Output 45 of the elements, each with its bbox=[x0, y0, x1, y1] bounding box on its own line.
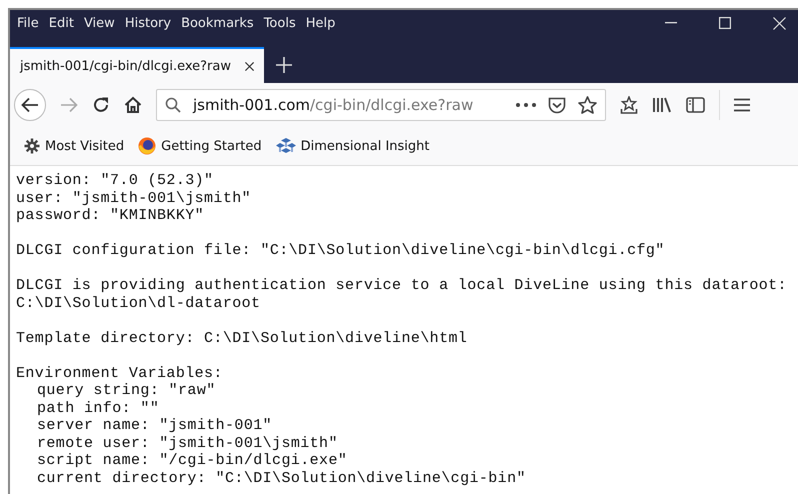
bookmark-link[interactable]: Dimensional Insight bbox=[300, 138, 430, 154]
text-line: query string: "raw" bbox=[36, 382, 216, 400]
menu-icon[interactable] bbox=[734, 98, 750, 112]
menu-item[interactable]: History bbox=[124, 16, 172, 30]
search-icon bbox=[165, 97, 181, 113]
bookmark-link[interactable]: Most Visited bbox=[45, 138, 124, 154]
pocket-icon[interactable] bbox=[548, 96, 566, 114]
minimize-icon[interactable] bbox=[665, 22, 677, 24]
maximize-icon[interactable] bbox=[719, 17, 731, 29]
new-tab-icon[interactable] bbox=[276, 57, 292, 73]
text-line: version: "7.0 (52.3)" bbox=[16, 172, 214, 190]
menu-item[interactable]: Edit bbox=[48, 16, 74, 30]
back-icon bbox=[21, 97, 39, 113]
gear-icon bbox=[24, 138, 40, 154]
more-icon[interactable] bbox=[516, 103, 536, 107]
browser-tab[interactable]: jsmith-001/cgi-bin/dlcgi.exe?raw bbox=[10, 47, 264, 83]
text-line: Template directory: C:\DI\Solution\diveline\html bbox=[16, 330, 468, 347]
text-line: C:\DI\Solution\dl-dataroot bbox=[16, 294, 260, 312]
text-line: DLCGI is providing authentication service to a local DiveLine using this dataroot: bbox=[16, 277, 787, 294]
text-line: user: "jsmith-001\jsmith" bbox=[16, 190, 252, 207]
cubes-icon bbox=[276, 137, 296, 155]
star-icon[interactable] bbox=[578, 96, 597, 114]
star-tray-icon[interactable] bbox=[620, 96, 638, 114]
close-icon[interactable] bbox=[244, 60, 254, 72]
text-line: current directory: "C:\DI\Solution\diveline\cgi-bin" bbox=[36, 470, 526, 487]
text-line: path info: "" bbox=[36, 400, 160, 417]
text-line: script name: "/cgi-bin/dlcgi.exe" bbox=[36, 452, 348, 470]
reload-icon[interactable] bbox=[92, 96, 110, 114]
globe-fox-icon bbox=[138, 137, 156, 155]
text-line: remote user: "jsmith-001\jsmith" bbox=[36, 434, 338, 452]
bookmark-link[interactable]: Getting Started bbox=[161, 138, 262, 154]
menu-item[interactable]: Tools bbox=[264, 16, 296, 30]
text-line: server name: "jsmith-001" bbox=[36, 417, 272, 434]
library-icon[interactable] bbox=[652, 97, 672, 113]
back-button[interactable] bbox=[14, 89, 46, 121]
menu-item[interactable]: File bbox=[17, 16, 39, 30]
text-line: Environment Variables: bbox=[16, 364, 223, 382]
menu-item[interactable]: Help bbox=[306, 16, 336, 30]
sidebar-icon[interactable] bbox=[686, 97, 705, 113]
text-line: DLCGI configuration file: "C:\DI\Solution\diveline\cgi-bin\dlcgi.cfg" bbox=[16, 242, 665, 260]
home-icon[interactable] bbox=[124, 96, 142, 114]
menu-item[interactable]: View bbox=[84, 16, 115, 30]
address-bar[interactable]: jsmith-001.com/cgi-bin/dlcgi.exe?raw bbox=[156, 89, 606, 121]
text-line: password: "KMINBKKY" bbox=[16, 207, 204, 224]
menu-item[interactable]: Bookmarks bbox=[181, 16, 254, 30]
